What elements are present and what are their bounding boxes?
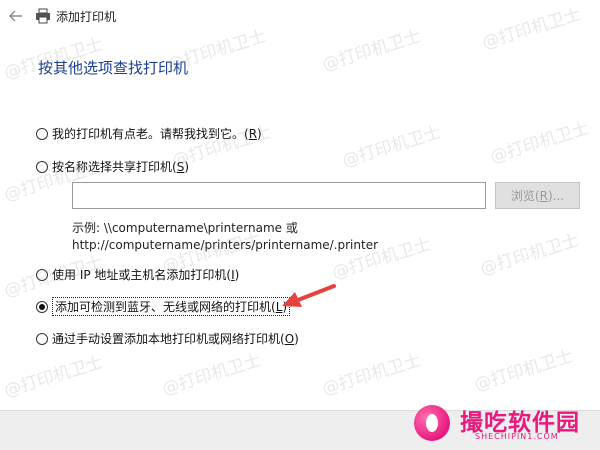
title-bar: 添加打印机 xyxy=(0,0,600,34)
watermark: @打印机卫士 xyxy=(320,350,424,400)
watermark: @打印机卫士 xyxy=(472,346,576,396)
watermark: @打印机卫士 xyxy=(478,230,582,280)
back-arrow-icon xyxy=(9,10,22,22)
watermark: @打印机卫士 xyxy=(160,350,264,400)
option-label: 添加可检测到蓝牙、无线或网络的打印机(L) xyxy=(52,297,291,316)
printer-icon xyxy=(36,8,50,24)
browse-label: 浏览(R)... xyxy=(510,189,565,203)
red-arrow-icon xyxy=(282,284,336,307)
option-old-printer[interactable]: 我的打印机有点老。请帮我找到它。(R) xyxy=(36,125,262,142)
radio-button[interactable] xyxy=(36,332,48,345)
example-line-1: 示例: \\computername\printername 或 xyxy=(72,221,298,235)
radio-button-selected[interactable] xyxy=(36,300,48,313)
radio-button[interactable] xyxy=(36,127,48,140)
option-label: 通过手动设置添加本地打印机或网络打印机(O) xyxy=(52,332,299,346)
example-line-2: http://computername/printers/printername… xyxy=(72,238,379,252)
watermark: @打印机卫士 xyxy=(340,122,444,172)
option-label: 我的打印机有点老。请帮我找到它。(R) xyxy=(52,127,262,141)
watermark: @打印机卫士 xyxy=(488,118,592,168)
option-label: 按名称选择共享打印机(S) xyxy=(52,160,189,174)
option-manual-setup[interactable]: 通过手动设置添加本地打印机或网络打印机(O) xyxy=(36,330,299,347)
radio-button[interactable] xyxy=(36,160,48,173)
option-ip-address[interactable]: 使用 IP 地址或主机名添加打印机(I) xyxy=(36,266,239,283)
logo-mark-icon xyxy=(414,405,450,441)
radio-button[interactable] xyxy=(36,268,48,281)
page-heading: 按其他选项查找打印机 xyxy=(38,59,189,77)
option-bluetooth-wireless[interactable]: 添加可检测到蓝牙、无线或网络的打印机(L) xyxy=(36,297,291,316)
share-example: 示例: \\computername\printername 或 http://… xyxy=(72,220,378,254)
logo-url: SHECHIPIN1.COM xyxy=(475,432,559,441)
option-share-by-name[interactable]: 按名称选择共享打印机(S) xyxy=(36,158,189,175)
back-button[interactable] xyxy=(6,6,26,26)
window-title: 添加打印机 xyxy=(56,10,117,24)
browse-button[interactable]: 浏览(R)... xyxy=(495,182,580,209)
share-printer-input[interactable] xyxy=(72,182,486,209)
site-logo: 撮吃软件园 SHECHIPIN1.COM xyxy=(404,400,594,446)
option-label: 使用 IP 地址或主机名添加打印机(I) xyxy=(52,268,240,282)
watermark: @打印机卫士 xyxy=(2,352,106,402)
